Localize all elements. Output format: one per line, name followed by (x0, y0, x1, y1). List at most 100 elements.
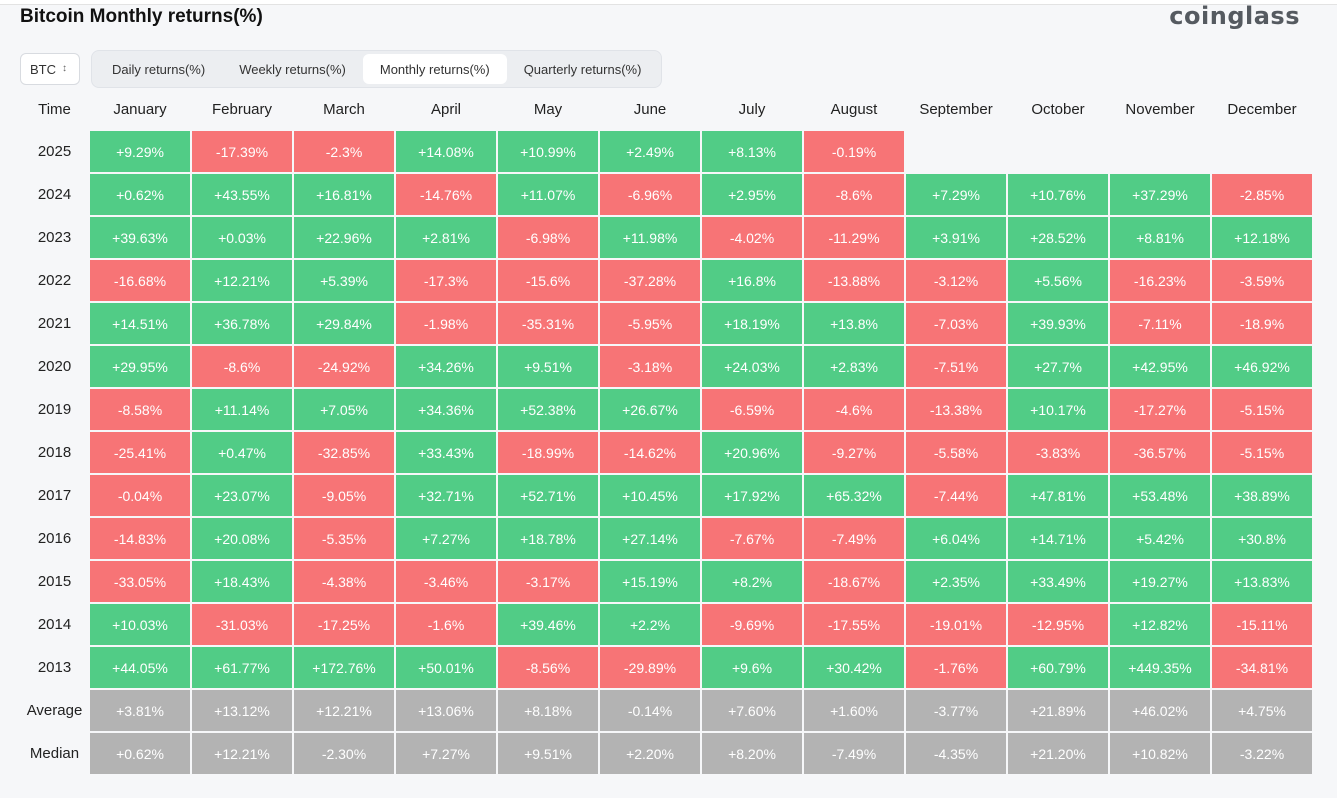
return-cell-2019-may: +52.38% (498, 389, 598, 430)
return-cell-2018-january: -25.41% (90, 432, 190, 473)
return-cell-2017-march: -9.05% (294, 475, 394, 516)
tab-daily-returns[interactable]: Daily returns(%) (95, 54, 222, 84)
return-cell-2019-october: +10.17% (1008, 389, 1108, 430)
return-cell-2018-september: -5.58% (906, 432, 1006, 473)
return-cell-2015-march: -4.38% (294, 561, 394, 602)
row-label-2014: 2014 (37, 616, 72, 633)
summary-cell-median-august: -7.49% (804, 733, 904, 774)
tab-weekly-returns[interactable]: Weekly returns(%) (222, 54, 363, 84)
return-cell-2014-july: -9.69% (702, 604, 802, 645)
summary-cell-median-november: +10.82% (1110, 733, 1210, 774)
row-label-2017: 2017 (37, 487, 72, 504)
return-cell-2015-november: +19.27% (1110, 561, 1210, 602)
row-label-2015: 2015 (37, 573, 72, 590)
return-cell-2014-may: +39.46% (498, 604, 598, 645)
coin-selector[interactable]: BTC ↕ (20, 53, 80, 85)
return-cell-2023-march: +22.96% (294, 217, 394, 258)
return-cell-2020-august: +2.83% (804, 346, 904, 387)
return-cell-2017-june: +10.45% (600, 475, 700, 516)
return-cell-2025-january: +9.29% (90, 131, 190, 172)
return-cell-2019-july: -6.59% (702, 389, 802, 430)
return-cell-2018-march: -32.85% (294, 432, 394, 473)
row-label-2022: 2022 (37, 272, 72, 289)
return-cell-2024-april: -14.76% (396, 174, 496, 215)
return-cell-2022-january: -16.68% (90, 260, 190, 301)
column-header-december: December (1227, 100, 1297, 118)
return-cell-2024-may: +11.07% (498, 174, 598, 215)
tab-monthly-returns[interactable]: Monthly returns(%) (362, 54, 507, 84)
empty-cell (1008, 131, 1108, 172)
return-cell-2013-april: +50.01% (396, 647, 496, 688)
empty-cell (1110, 131, 1210, 172)
return-cell-2022-march: +5.39% (294, 260, 394, 301)
return-cell-2023-october: +28.52% (1008, 217, 1108, 258)
return-cell-2025-july: +8.13% (702, 131, 802, 172)
column-header-may: May (533, 100, 563, 118)
return-cell-2024-august: -8.6% (804, 174, 904, 215)
return-cell-2020-may: +9.51% (498, 346, 598, 387)
return-cell-2024-september: +7.29% (906, 174, 1006, 215)
return-cell-2018-august: -9.27% (804, 432, 904, 473)
return-cell-2019-april: +34.36% (396, 389, 496, 430)
return-cell-2023-december: +12.18% (1212, 217, 1312, 258)
return-cell-2013-november: +449.35% (1110, 647, 1210, 688)
return-cell-2021-january: +14.51% (90, 303, 190, 344)
return-cell-2015-june: +15.19% (600, 561, 700, 602)
column-header-april: April (430, 100, 461, 118)
return-cell-2013-july: +9.6% (702, 647, 802, 688)
page-title: Bitcoin Monthly returns(%) (20, 6, 263, 27)
return-cell-2014-november: +12.82% (1110, 604, 1210, 645)
return-cell-2020-july: +24.03% (702, 346, 802, 387)
column-header-september: September (919, 100, 993, 118)
return-cell-2013-march: +172.76% (294, 647, 394, 688)
row-label-median: Median (29, 745, 80, 762)
summary-cell-average-july: +7.60% (702, 690, 802, 731)
return-cell-2018-may: -18.99% (498, 432, 598, 473)
summary-cell-average-august: +1.60% (804, 690, 904, 731)
column-header-june: June (633, 100, 667, 118)
return-cell-2021-december: -18.9% (1212, 303, 1312, 344)
return-cell-2014-october: -12.95% (1008, 604, 1108, 645)
return-cell-2025-april: +14.08% (396, 131, 496, 172)
return-cell-2020-november: +42.95% (1110, 346, 1210, 387)
return-cell-2023-september: +3.91% (906, 217, 1006, 258)
summary-cell-median-april: +7.27% (396, 733, 496, 774)
return-cell-2016-october: +14.71% (1008, 518, 1108, 559)
empty-cell (906, 131, 1006, 172)
return-cell-2018-february: +0.47% (192, 432, 292, 473)
return-cell-2020-april: +34.26% (396, 346, 496, 387)
return-cell-2020-january: +29.95% (90, 346, 190, 387)
return-cell-2022-november: -16.23% (1110, 260, 1210, 301)
return-cell-2014-september: -19.01% (906, 604, 1006, 645)
row-label-2025: 2025 (37, 143, 72, 160)
return-cell-2017-april: +32.71% (396, 475, 496, 516)
return-cell-2015-april: -3.46% (396, 561, 496, 602)
summary-cell-median-december: -3.22% (1212, 733, 1312, 774)
row-label-2021: 2021 (37, 315, 72, 332)
return-cell-2024-january: +0.62% (90, 174, 190, 215)
return-cell-2018-june: -14.62% (600, 432, 700, 473)
summary-cell-median-march: -2.30% (294, 733, 394, 774)
return-cell-2016-january: -14.83% (90, 518, 190, 559)
return-cell-2019-november: -17.27% (1110, 389, 1210, 430)
return-cell-2014-december: -15.11% (1212, 604, 1312, 645)
return-cell-2021-february: +36.78% (192, 303, 292, 344)
return-cell-2023-may: -6.98% (498, 217, 598, 258)
return-cell-2022-may: -15.6% (498, 260, 598, 301)
return-cell-2023-january: +39.63% (90, 217, 190, 258)
return-cell-2017-february: +23.07% (192, 475, 292, 516)
return-cell-2015-may: -3.17% (498, 561, 598, 602)
return-cell-2014-january: +10.03% (90, 604, 190, 645)
return-cell-2021-september: -7.03% (906, 303, 1006, 344)
return-cell-2018-november: -36.57% (1110, 432, 1210, 473)
tab-quarterly-returns[interactable]: Quarterly returns(%) (507, 54, 659, 84)
return-cell-2013-february: +61.77% (192, 647, 292, 688)
summary-cell-median-july: +8.20% (702, 733, 802, 774)
return-cell-2016-june: +27.14% (600, 518, 700, 559)
row-label-2023: 2023 (37, 229, 72, 246)
return-cell-2017-december: +38.89% (1212, 475, 1312, 516)
return-cell-2019-december: -5.15% (1212, 389, 1312, 430)
return-cell-2022-august: -13.88% (804, 260, 904, 301)
row-label-2013: 2013 (37, 659, 72, 676)
return-cell-2021-may: -35.31% (498, 303, 598, 344)
